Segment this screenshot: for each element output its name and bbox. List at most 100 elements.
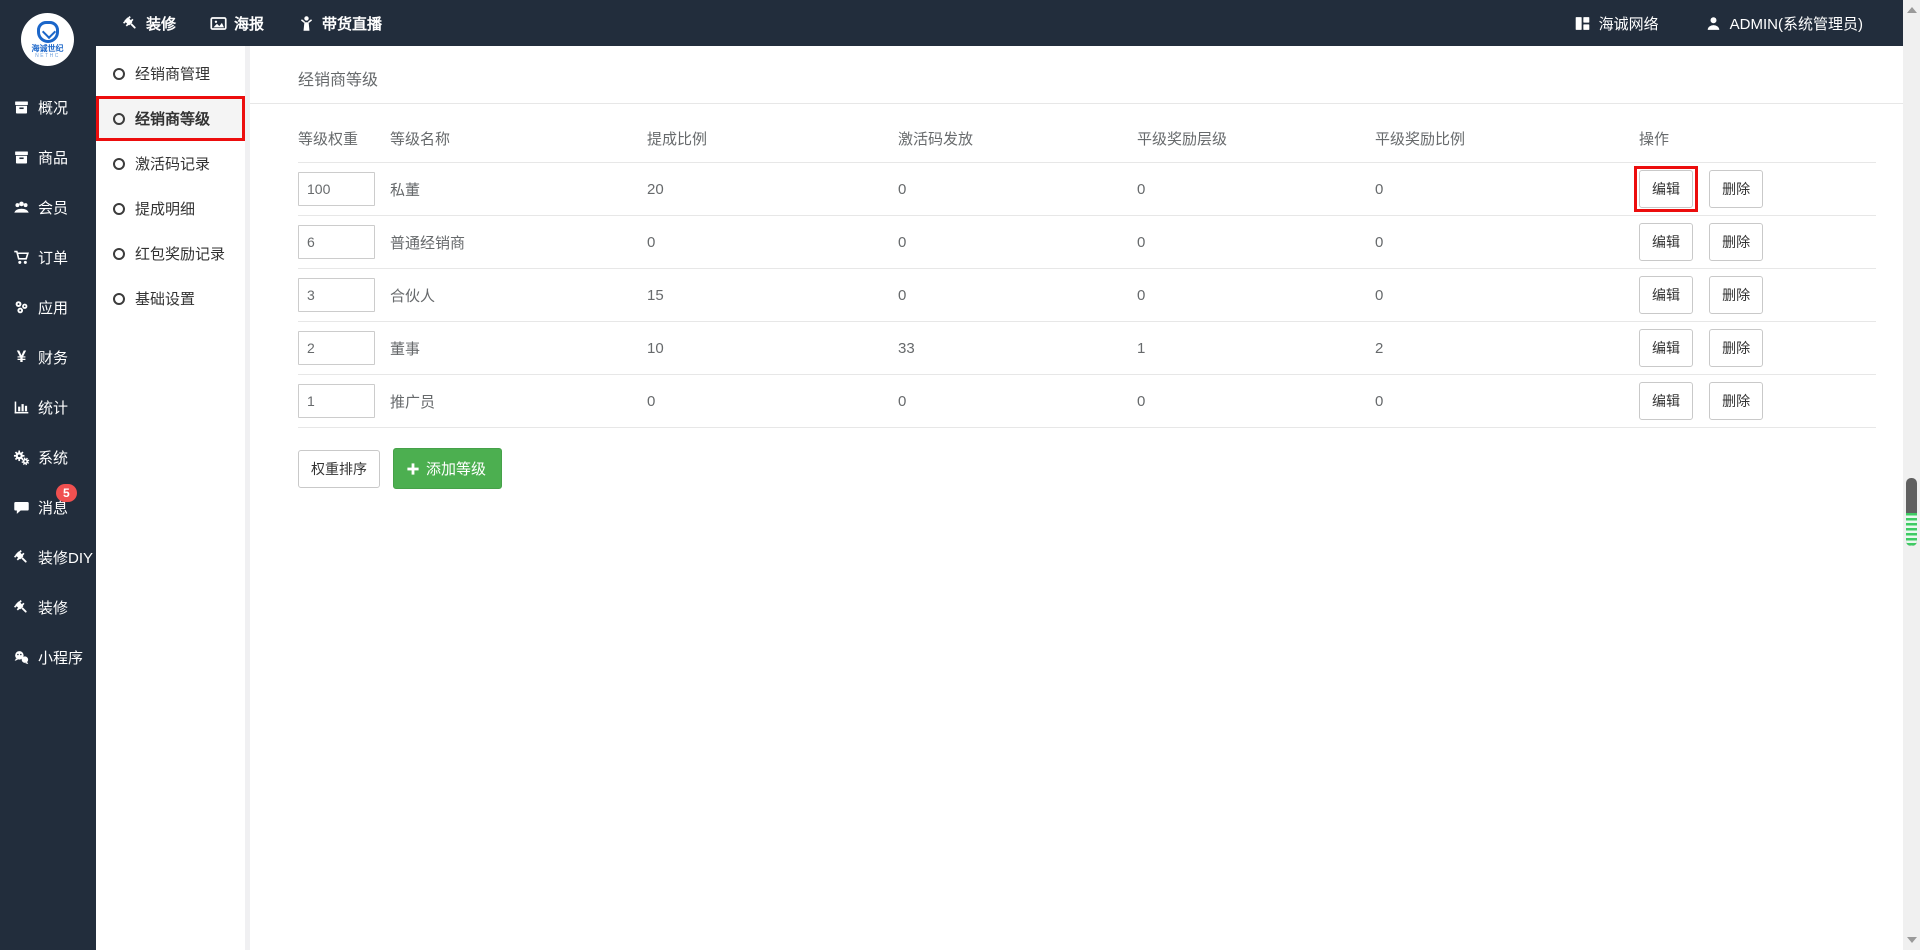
circle-icon <box>113 202 125 215</box>
workspace-switcher[interactable]: 海诚网络 <box>1574 13 1659 34</box>
wechat-icon <box>13 649 30 666</box>
sidebar-item-label: 概况 <box>38 99 69 117</box>
column-header-commission: 提成比例 <box>647 114 898 163</box>
column-header-actions: 操作 <box>1639 114 1876 163</box>
page-scrollbar <box>1903 0 1920 950</box>
delete-button[interactable]: 删除 <box>1709 223 1764 261</box>
table-header-row: 等级权重 等级名称 提成比例 激活码发放 平级奖励层级 平级奖励比例 操作 <box>298 114 1876 163</box>
sidebar-item-goods[interactable]: 商品 <box>0 132 96 182</box>
peer-reward-ratio: 0 <box>1375 268 1639 322</box>
sidebar-item-label: 应用 <box>38 299 69 317</box>
table-footer-actions: 权重排序 添加等级 <box>298 448 1903 489</box>
submenu-item-commission-details[interactable]: 提成明细 <box>96 186 245 231</box>
top-menu-label: 装修 <box>146 15 177 33</box>
submenu-item-distributor-level[interactable]: 经销商等级 <box>96 96 245 141</box>
workspace-label: 海诚网络 <box>1598 15 1659 33</box>
gears-icon <box>13 449 30 466</box>
gavel-icon <box>13 599 30 616</box>
top-menu-live[interactable]: 带货直播 <box>298 13 382 34</box>
archive-box-icon <box>13 99 30 116</box>
scrollbar-up-arrow[interactable] <box>1907 7 1917 13</box>
admin-label: ADMIN(系统管理员) <box>1729 15 1863 33</box>
weight-input[interactable] <box>298 172 375 206</box>
delete-button[interactable]: 删除 <box>1709 170 1764 208</box>
sidebar-item-messages[interactable]: 消息 5 <box>0 482 96 532</box>
scrollbar-thumb-stripes <box>1906 513 1917 546</box>
peer-reward-ratio: 0 <box>1375 374 1639 428</box>
circle-icon <box>113 112 125 125</box>
sidebar-item-members[interactable]: 会员 <box>0 182 96 232</box>
commission-ratio: 15 <box>647 268 898 322</box>
bar-chart-icon <box>13 399 30 416</box>
sidebar-item-label: 会员 <box>38 199 69 217</box>
submenu-item-basic-settings[interactable]: 基础设置 <box>96 276 245 321</box>
table-row: 普通经销商 0 0 0 0 编辑 删除 <box>298 215 1876 269</box>
red-highlight-wrap: 编辑 <box>1634 166 1698 212</box>
sidebar-item-label: 系统 <box>38 449 69 467</box>
top-menu-decorate[interactable]: 装修 <box>122 13 176 34</box>
scrollbar-thumb[interactable] <box>1906 478 1917 546</box>
sidebar-item-miniprogram[interactable]: 小程序 <box>0 632 96 682</box>
commission-ratio: 20 <box>647 162 898 216</box>
message-count-badge: 5 <box>56 484 77 502</box>
activation-codes: 0 <box>898 215 1137 269</box>
logo-name: 海诚世纪 <box>31 43 64 53</box>
sidebar-item-decorate[interactable]: 装修 <box>0 582 96 632</box>
page-title: 经销商等级 <box>250 46 1903 104</box>
edit-button[interactable]: 编辑 <box>1639 223 1693 261</box>
delete-button[interactable]: 删除 <box>1709 329 1764 367</box>
sidebar-item-apps[interactable]: 应用 <box>0 282 96 332</box>
sidebar-item-system[interactable]: 系统 <box>0 432 96 482</box>
sidebar-item-decorate-diy[interactable]: 装修DIY <box>0 532 96 582</box>
scrollbar-down-arrow[interactable] <box>1907 937 1917 943</box>
table-row: 私董 20 0 0 0 编辑 删除 <box>298 162 1876 216</box>
peer-reward-ratio: 0 <box>1375 162 1639 216</box>
peer-reward-level: 0 <box>1137 374 1375 428</box>
weight-input[interactable] <box>298 278 375 312</box>
top-bar-right: 海诚网络 ADMIN(系统管理员) <box>1574 13 1863 34</box>
circle-icon <box>113 292 125 305</box>
weight-input[interactable] <box>298 331 375 365</box>
yen-icon: ¥ <box>16 347 27 366</box>
edit-button[interactable]: 编辑 <box>1639 276 1693 314</box>
edit-button[interactable]: 编辑 <box>1639 382 1693 420</box>
top-menu-label: 海报 <box>234 15 265 33</box>
sidebar-item-label: 统计 <box>38 399 69 417</box>
sidebar-item-label: 小程序 <box>38 649 84 667</box>
weight-input[interactable] <box>298 384 375 418</box>
top-menu-label: 带货直播 <box>322 15 383 33</box>
sidebar-item-statistics[interactable]: 统计 <box>0 382 96 432</box>
edit-button[interactable]: 编辑 <box>1639 329 1693 367</box>
image-icon <box>210 15 227 32</box>
site-logo[interactable]: 海诚世纪 NETHC <box>21 13 74 66</box>
peer-reward-level: 0 <box>1137 162 1375 216</box>
submenu-item-activation-code-records[interactable]: 激活码记录 <box>96 141 245 186</box>
level-name: 董事 <box>390 321 647 375</box>
sidebar-item-label: 装修DIY <box>38 549 94 567</box>
column-header-peer-ratio: 平级奖励比例 <box>1375 114 1639 163</box>
delete-button[interactable]: 删除 <box>1709 276 1764 314</box>
weight-sort-button[interactable]: 权重排序 <box>298 449 380 488</box>
top-menu-poster[interactable]: 海报 <box>210 13 264 34</box>
level-name: 推广员 <box>390 374 647 428</box>
main-content: 经销商等级 等级权重 等级名称 提成比例 激活码发放 平级奖励层级 平级奖励比例… <box>250 46 1903 950</box>
admin-account[interactable]: ADMIN(系统管理员) <box>1705 13 1863 34</box>
edit-button[interactable]: 编辑 <box>1639 170 1693 208</box>
sidebar-item-orders[interactable]: 订单 <box>0 232 96 282</box>
level-name: 普通经销商 <box>390 215 647 269</box>
submenu-item-redpacket-reward-records[interactable]: 红包奖励记录 <box>96 231 245 276</box>
live-streaming-icon <box>298 15 315 32</box>
weight-input[interactable] <box>298 225 375 259</box>
column-header-weight: 等级权重 <box>298 114 390 163</box>
gavel-icon <box>122 15 139 32</box>
comment-icon <box>13 499 30 516</box>
user-icon <box>1705 15 1722 32</box>
sidebar-item-finance[interactable]: ¥ 财务 <box>0 332 96 382</box>
sidebar-item-overview[interactable]: 概况 <box>0 82 96 132</box>
top-menu: 装修 海报 带货直播 <box>122 13 382 34</box>
delete-button[interactable]: 删除 <box>1709 382 1764 420</box>
add-level-button[interactable]: 添加等级 <box>393 448 503 489</box>
logo-subtitle: NETHC <box>35 52 60 59</box>
activation-codes: 0 <box>898 162 1137 216</box>
submenu-item-distributor-management[interactable]: 经销商管理 <box>96 51 245 96</box>
